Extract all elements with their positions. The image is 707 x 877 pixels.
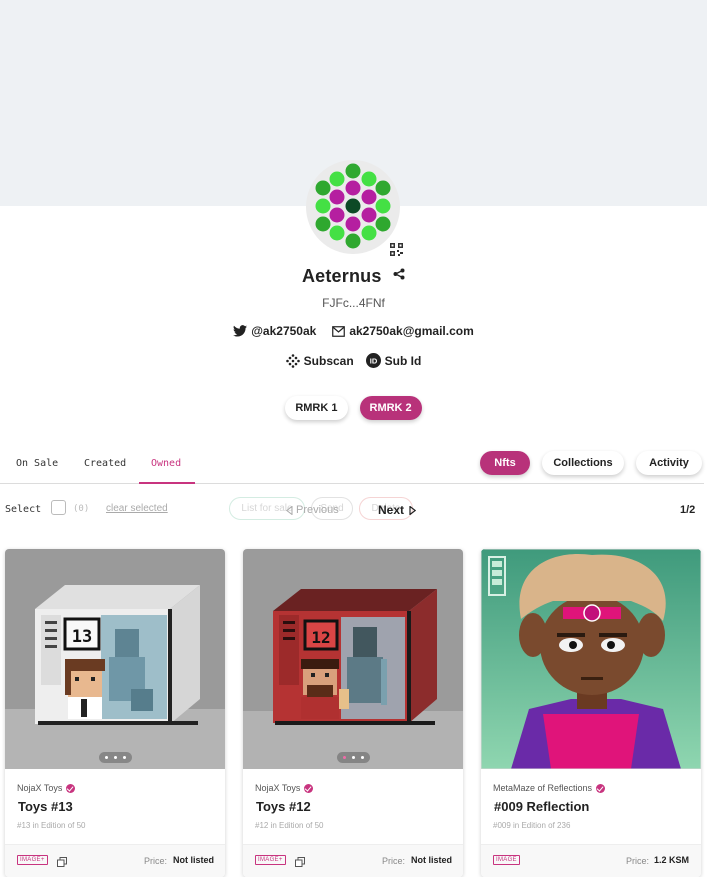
tab-owned[interactable]: Owned	[151, 458, 181, 469]
nft-edition: #12 in Edition of 50	[255, 821, 324, 830]
price-value: Not listed	[411, 855, 453, 865]
price-value: 1.2 KSM	[654, 855, 690, 865]
nft-card-footer: IMAGE+ Price: Not listed	[5, 844, 225, 877]
subid-label: Sub Id	[384, 353, 422, 368]
svg-text:ID: ID	[369, 357, 377, 366]
nft-image[interactable]: 13	[5, 549, 225, 769]
rmrk-version-toggle: RMRK 1 RMRK 2	[0, 396, 707, 420]
price-value: Not listed	[173, 855, 215, 865]
tab-on-sale[interactable]: On Sale	[16, 458, 58, 469]
media-type-badge: IMAGE+	[255, 855, 286, 865]
next-page-button[interactable]: Next	[378, 503, 417, 517]
email-address: ak2750ak@gmail.com	[349, 324, 474, 338]
price-label: Price:	[144, 856, 168, 866]
rmrk1-button[interactable]: RMRK 1	[285, 396, 348, 420]
svg-text:12: 12	[311, 628, 330, 647]
page-indicator: 1/2	[680, 504, 696, 516]
nft-image[interactable]: 12	[243, 549, 463, 769]
selection-toolbar: Select (0) clear selected List for sale …	[0, 497, 707, 521]
profile-tabs: On Sale Created Owned Nfts Collections A…	[0, 446, 704, 484]
verified-badge-icon	[66, 783, 76, 793]
nft-card-body: NojaX Toys Toys #12 #12 in Edition of 50…	[243, 769, 463, 877]
share-icon[interactable]	[393, 267, 405, 285]
subscan-icon	[285, 353, 300, 368]
image-carousel-dots[interactable]	[337, 752, 370, 763]
identicon-icon	[315, 163, 391, 249]
wallet-address[interactable]: FJFc...4FNf	[0, 296, 707, 310]
chevron-right-icon	[409, 505, 417, 515]
nft-card-footer: IMAGE Price: 1.2 KSM	[481, 844, 701, 877]
media-type-badge: IMAGE+	[17, 855, 48, 865]
activity-view-button[interactable]: Activity	[636, 451, 702, 475]
subscan-link[interactable]: Subscan	[285, 353, 354, 368]
collection-name: NojaX Toys	[255, 783, 301, 793]
svg-text:13: 13	[72, 627, 92, 647]
nft-title[interactable]: #009 Reflection	[494, 799, 589, 814]
nft-edition: #13 in Edition of 50	[17, 821, 86, 830]
collection-link[interactable]: MetaMaze of Reflections	[493, 783, 606, 793]
nft-card[interactable]: MetaMaze of Reflections #009 Reflection …	[481, 549, 701, 877]
collection-name: MetaMaze of Reflections	[493, 783, 593, 793]
nft-title[interactable]: Toys #12	[256, 799, 311, 814]
previous-page-button[interactable]: Previous	[286, 504, 339, 516]
active-tab-indicator	[139, 482, 195, 484]
nfts-view-button[interactable]: Nfts	[480, 451, 530, 475]
subid-icon: ID	[365, 353, 381, 368]
email-link[interactable]: ak2750ak@gmail.com	[332, 324, 474, 338]
nft-title[interactable]: Toys #13	[18, 799, 73, 814]
media-type-badge: IMAGE	[493, 855, 520, 865]
copy-icon[interactable]	[295, 854, 305, 872]
chevron-left-icon	[286, 505, 293, 515]
price-label: Price:	[382, 856, 406, 866]
explorer-links: Subscan ID Sub Id	[0, 353, 707, 368]
nft-card[interactable]: 13 NojaX Toys Toys #13 #13 in Edition of…	[5, 549, 225, 877]
profile-name-row: Aeternus	[0, 266, 707, 287]
image-carousel-dots[interactable]	[99, 752, 132, 763]
twitter-icon	[233, 325, 248, 337]
nft-card-body: NojaX Toys Toys #13 #13 in Edition of 50…	[5, 769, 225, 877]
selected-count: (0)	[73, 504, 90, 514]
select-all-checkbox[interactable]	[51, 500, 66, 515]
previous-label: Previous	[296, 504, 339, 516]
rmrk2-button[interactable]: RMRK 2	[359, 396, 422, 420]
nft-card[interactable]: 12 NojaX Toys Toys #12 #12 in Edition of…	[243, 549, 463, 877]
qr-code-icon[interactable]	[390, 243, 403, 256]
nft-image[interactable]	[481, 549, 701, 769]
profile-avatar	[306, 160, 400, 254]
nft-edition: #009 in Edition of 236	[493, 821, 571, 830]
collection-link[interactable]: NojaX Toys	[17, 783, 76, 793]
profile-name: Aeternus	[301, 266, 382, 286]
collection-link[interactable]: NojaX Toys	[255, 783, 314, 793]
subscan-label: Subscan	[303, 353, 354, 368]
copy-icon[interactable]	[57, 854, 67, 872]
clear-selected-link[interactable]: clear selected	[106, 503, 168, 514]
select-label: Select	[5, 504, 42, 515]
verified-badge-icon	[304, 783, 314, 793]
twitter-link[interactable]: @ak2750ak	[233, 324, 316, 338]
verified-badge-icon	[596, 783, 606, 793]
subid-link[interactable]: ID Sub Id	[365, 353, 422, 368]
price-label: Price:	[626, 856, 650, 866]
nft-card-footer: IMAGE+ Price: Not listed	[243, 844, 463, 877]
nft-card-body: MetaMaze of Reflections #009 Reflection …	[481, 769, 701, 877]
tab-created[interactable]: Created	[84, 458, 126, 469]
next-label: Next	[378, 503, 405, 517]
twitter-handle: @ak2750ak	[251, 324, 317, 338]
email-icon	[332, 325, 346, 337]
collections-view-button[interactable]: Collections	[542, 451, 624, 475]
collection-name: NojaX Toys	[17, 783, 63, 793]
social-links: @ak2750ak ak2750ak@gmail.com	[0, 324, 707, 338]
